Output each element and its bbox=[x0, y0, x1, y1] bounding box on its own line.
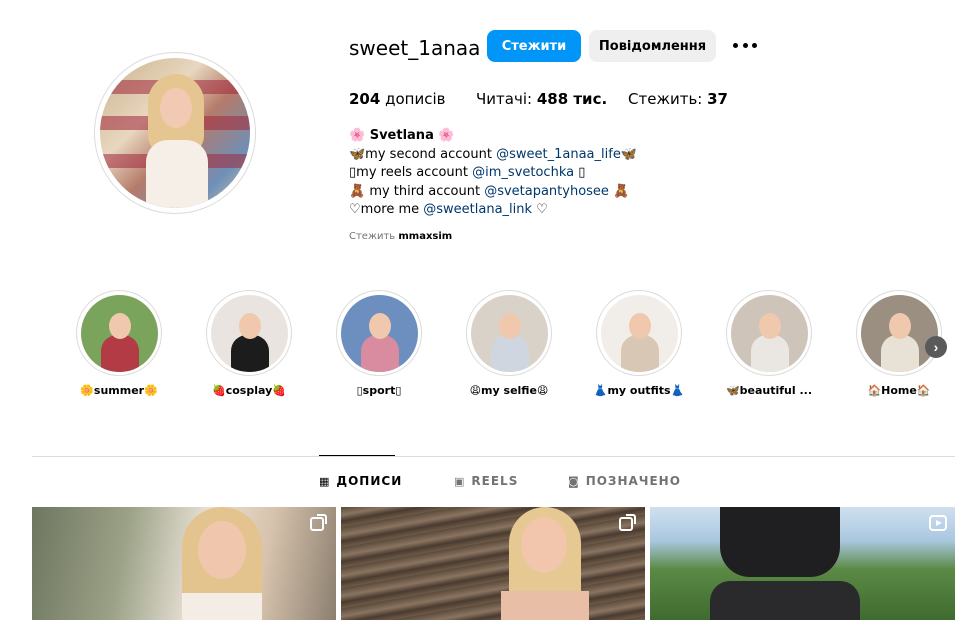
bio-mention-link[interactable]: @svetapantyhosee bbox=[484, 184, 609, 199]
posts-count: 204 bbox=[349, 90, 381, 108]
profile-username: sweet_1anaa bbox=[349, 36, 481, 60]
bio-line: 🦋my second account @sweet_1anaa_life🦋 bbox=[349, 146, 637, 165]
highlight-ring bbox=[596, 290, 682, 376]
post-thumbnail[interactable] bbox=[32, 507, 336, 620]
profile-avatar[interactable] bbox=[100, 58, 250, 208]
profile-bio: 🌸 Svetlana 🌸 🦋my second account @sweet_1… bbox=[349, 127, 637, 220]
reels-icon: ▣ bbox=[454, 474, 466, 488]
highlight-cover bbox=[80, 294, 158, 372]
post-thumbnail[interactable] bbox=[341, 507, 645, 620]
highlight-label: 🌼summer🌼 bbox=[80, 384, 158, 397]
reel-icon bbox=[929, 515, 947, 531]
highlight-ring bbox=[726, 290, 812, 376]
tabs-divider bbox=[32, 456, 955, 457]
highlight-ring bbox=[76, 290, 162, 376]
highlight-ring bbox=[206, 290, 292, 376]
bio-line: ♡more me @sweetlana_link ♡ bbox=[349, 201, 637, 220]
highlight-ring bbox=[856, 290, 942, 376]
tab-tagged[interactable]: ◙ ПОЗНАЧЕНО bbox=[568, 474, 681, 488]
highlight-cover bbox=[340, 294, 418, 372]
bio-text: ♡ bbox=[532, 202, 548, 217]
avatar-body bbox=[146, 140, 208, 208]
post-thumbnail[interactable] bbox=[650, 507, 955, 620]
followed-by-label: Стежить bbox=[349, 231, 396, 242]
carousel-icon bbox=[619, 514, 636, 531]
following-label: Стежить: bbox=[628, 90, 703, 108]
highlights-next-icon[interactable]: › bbox=[925, 336, 947, 358]
follow-button[interactable]: Стежити bbox=[487, 30, 581, 62]
active-tab-indicator bbox=[319, 455, 395, 456]
tab-reels[interactable]: ▣ REELS bbox=[454, 474, 518, 488]
following-stat[interactable]: Стежить: 37 bbox=[628, 90, 728, 108]
posts-stat: 204 дописів bbox=[349, 90, 445, 108]
highlight-label: 🍓cosplay🍓 bbox=[212, 384, 286, 397]
highlight-ring bbox=[466, 290, 552, 376]
message-button[interactable]: Повідомлення bbox=[589, 30, 716, 62]
bio-line: 🧸 my third account @svetapantyhosee 🧸 bbox=[349, 183, 637, 202]
bio-text: 🧸 my third account bbox=[349, 183, 485, 199]
tab-label: REELS bbox=[471, 474, 519, 488]
tab-posts[interactable]: ▦ ДОПИСИ bbox=[319, 474, 402, 488]
highlight-cover bbox=[210, 294, 288, 372]
highlight-ring bbox=[336, 290, 422, 376]
carousel-icon bbox=[310, 514, 327, 531]
grid-icon: ▦ bbox=[319, 474, 331, 488]
bio-text: 🧸 bbox=[608, 183, 630, 199]
bio-text: ▯ bbox=[574, 165, 586, 180]
bio-mention-link[interactable]: @sweetlana_link bbox=[423, 202, 532, 217]
highlight-label: 😩my selfie😩 bbox=[469, 384, 549, 397]
bio-text: 🦋 bbox=[620, 146, 638, 162]
highlight-item[interactable]: 🦋beautiful ... bbox=[726, 290, 812, 397]
tagged-icon: ◙ bbox=[568, 474, 580, 488]
bio-display-name: 🌸 Svetlana 🌸 bbox=[349, 128, 455, 143]
followers-count: 488 тис. bbox=[536, 90, 608, 108]
bio-line: ▯my reels account @im_svetochka ▯ bbox=[349, 164, 637, 183]
more-options-icon[interactable] bbox=[733, 34, 757, 56]
posts-label: дописів bbox=[385, 90, 446, 108]
highlight-item[interactable]: ▯sport▯ bbox=[336, 290, 422, 397]
highlight-item[interactable]: 😩my selfie😩 bbox=[466, 290, 552, 397]
followed-by[interactable]: Стежить mmaxsim bbox=[349, 231, 452, 242]
followers-stat[interactable]: Читачі: 488 тис. bbox=[476, 90, 607, 108]
highlight-label: 🏠Home🏠 bbox=[867, 384, 931, 397]
highlight-cover bbox=[600, 294, 678, 372]
highlight-item[interactable]: 🍓cosplay🍓 bbox=[206, 290, 292, 397]
bio-mention-link[interactable]: @sweet_1anaa_life bbox=[496, 147, 621, 162]
profile-avatar-ring[interactable] bbox=[94, 52, 256, 214]
highlight-cover bbox=[730, 294, 808, 372]
bio-text: ▯my reels account bbox=[349, 165, 473, 180]
highlight-cover bbox=[860, 294, 938, 372]
bio-mention-link[interactable]: @im_svetochka bbox=[472, 165, 574, 180]
tab-label: ПОЗНАЧЕНО bbox=[585, 474, 681, 488]
bio-text: ♡more me bbox=[349, 202, 424, 217]
following-count: 37 bbox=[707, 90, 728, 108]
followed-by-user: mmaxsim bbox=[398, 231, 453, 242]
highlight-item[interactable]: 🏠Home🏠 bbox=[856, 290, 942, 397]
tab-label: ДОПИСИ bbox=[336, 474, 403, 488]
highlight-item[interactable]: 🌼summer🌼 bbox=[76, 290, 162, 397]
highlight-label: 👗my outfits👗 bbox=[593, 384, 685, 397]
bio-text: 🦋my second account bbox=[349, 146, 497, 162]
highlight-item[interactable]: 👗my outfits👗 bbox=[594, 290, 684, 397]
followers-label: Читачі: bbox=[476, 90, 533, 108]
highlight-label: 🦋beautiful ... bbox=[725, 384, 813, 397]
highlight-cover bbox=[470, 294, 548, 372]
highlight-label: ▯sport▯ bbox=[356, 384, 402, 397]
avatar-face bbox=[160, 88, 192, 128]
